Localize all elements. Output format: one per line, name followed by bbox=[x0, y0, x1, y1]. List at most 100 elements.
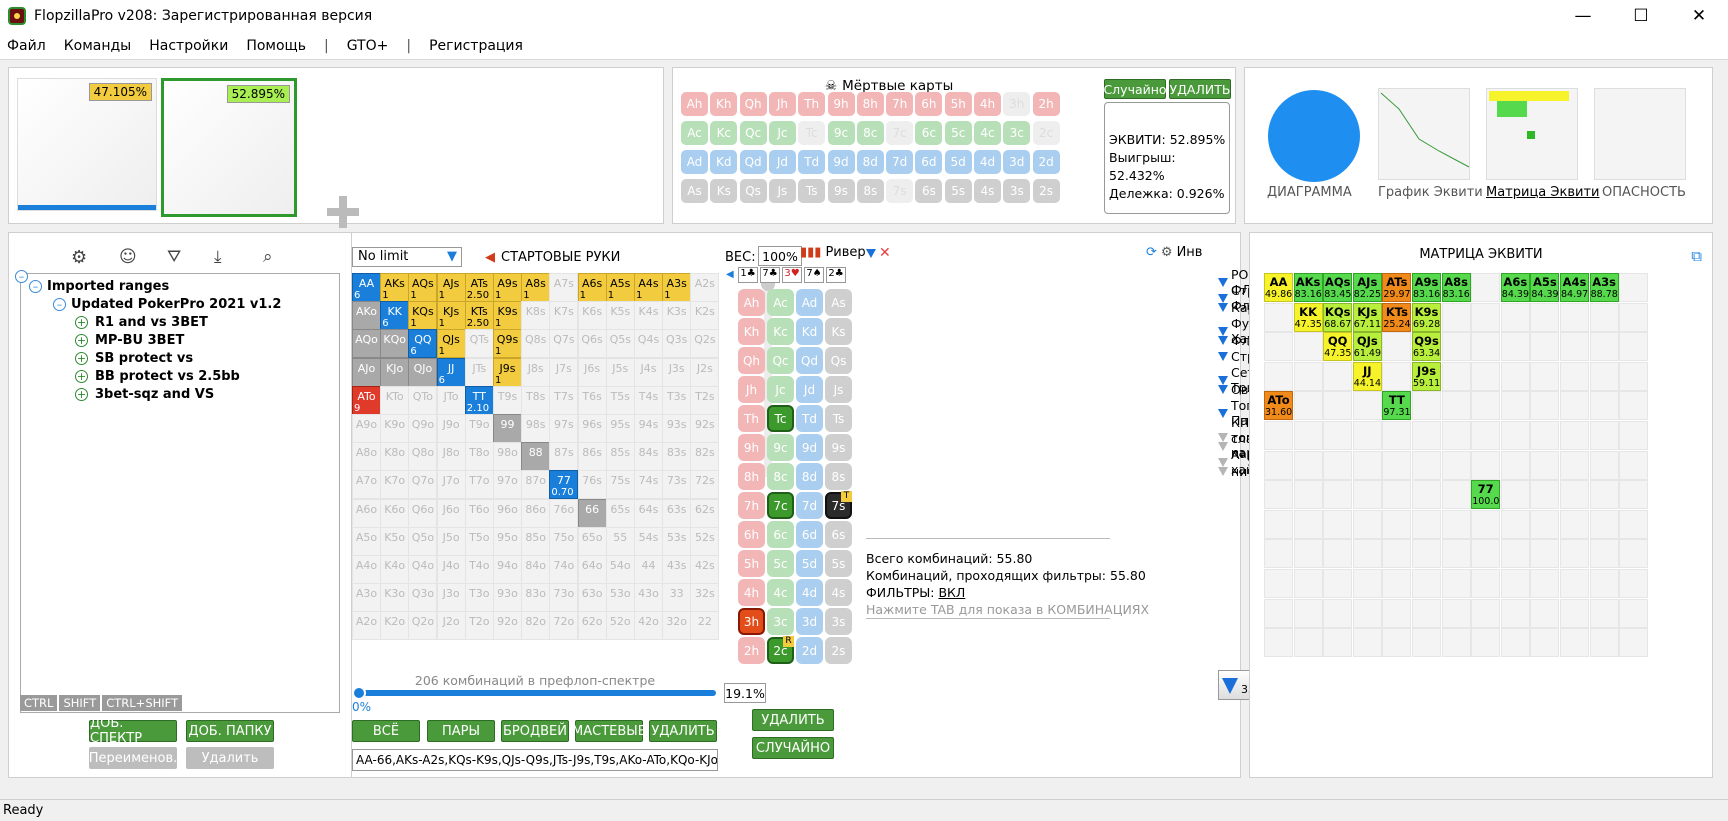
equity-cell[interactable] bbox=[1352, 421, 1382, 450]
board-card[interactable]: 3c bbox=[767, 608, 794, 635]
equity-cell[interactable] bbox=[1382, 332, 1412, 362]
select-all-button[interactable]: ВСЁ bbox=[352, 720, 420, 742]
equity-cell[interactable] bbox=[1619, 450, 1649, 480]
board-card[interactable]: 4d bbox=[796, 579, 823, 606]
hand-cell[interactable]: T9s bbox=[493, 385, 522, 415]
hand-cell[interactable]: 87s bbox=[549, 442, 579, 472]
equity-cell[interactable] bbox=[1471, 302, 1501, 332]
filter-add-icon[interactable]: ⛛ bbox=[167, 247, 181, 267]
settings-gear-icon[interactable]: ⚙ bbox=[71, 247, 87, 268]
equity-cell[interactable] bbox=[1560, 569, 1589, 598]
hand-cell[interactable]: 64s bbox=[634, 498, 663, 528]
equity-cell[interactable] bbox=[1471, 361, 1501, 391]
dead-card[interactable]: 3s bbox=[1003, 179, 1031, 203]
maximize-button[interactable]: ☐ bbox=[1612, 0, 1670, 32]
hand-cell[interactable]: K2s bbox=[690, 301, 720, 331]
equity-cell[interactable] bbox=[1441, 509, 1471, 539]
hand-cell[interactable]: 22 bbox=[690, 611, 720, 641]
board-card[interactable]: 5c bbox=[767, 550, 794, 577]
hand-cell[interactable]: Q7o bbox=[408, 470, 438, 500]
equity-cell[interactable] bbox=[1412, 569, 1441, 598]
board-card[interactable]: Jc bbox=[767, 376, 794, 403]
dead-card[interactable]: 2d bbox=[1032, 150, 1060, 174]
range-percent-input[interactable]: 19.1% bbox=[724, 683, 766, 703]
hand-cell[interactable]: 73s bbox=[662, 470, 692, 500]
equity-cell[interactable] bbox=[1412, 450, 1441, 480]
equity-cell[interactable] bbox=[1619, 302, 1649, 332]
board-card[interactable]: 8h bbox=[738, 463, 765, 490]
equity-cell-filled[interactable]: A8s 83.16 bbox=[1441, 273, 1471, 302]
hand-cell[interactable]: 95o bbox=[493, 526, 522, 556]
equity-cell[interactable] bbox=[1293, 628, 1323, 658]
board-slot[interactable]: 7♠ bbox=[804, 267, 824, 283]
equity-cell[interactable] bbox=[1264, 628, 1293, 658]
dead-card[interactable]: 8d bbox=[856, 150, 884, 174]
stat-filter-icon[interactable] bbox=[1218, 335, 1228, 345]
board-card[interactable]: 6d bbox=[796, 521, 823, 548]
equity-cell[interactable] bbox=[1412, 391, 1441, 421]
dead-card[interactable]: Ad bbox=[681, 150, 708, 174]
equity-cell[interactable] bbox=[1560, 361, 1589, 391]
menu-help[interactable]: Помощь bbox=[246, 38, 306, 54]
clear-range-button[interactable]: УДАЛИТЬ bbox=[649, 720, 717, 742]
hand-cell[interactable]: 98s bbox=[521, 414, 551, 443]
hand-cell[interactable]: AQs 1 bbox=[408, 273, 438, 302]
hand-cell[interactable]: 74s bbox=[634, 470, 663, 500]
board-delete-button[interactable]: УДАЛИТЬ bbox=[752, 709, 834, 731]
add-range-plus-icon[interactable] bbox=[327, 196, 359, 228]
equity-cell[interactable] bbox=[1441, 628, 1471, 658]
dead-card[interactable]: 2c bbox=[1032, 121, 1060, 145]
equity-cell[interactable] bbox=[1530, 332, 1560, 362]
board-card[interactable]: Td bbox=[796, 405, 823, 432]
equity-cell[interactable] bbox=[1264, 569, 1293, 598]
equity-cell[interactable] bbox=[1560, 628, 1589, 658]
dead-card[interactable]: Ts bbox=[798, 179, 826, 203]
equity-cell[interactable] bbox=[1293, 598, 1323, 628]
equity-cell[interactable] bbox=[1500, 302, 1530, 332]
equity-cell[interactable] bbox=[1293, 509, 1323, 539]
hand-cell[interactable]: J8s bbox=[521, 357, 551, 387]
hand-cell[interactable]: QTs bbox=[464, 329, 494, 359]
equity-cell[interactable] bbox=[1589, 421, 1619, 450]
hand-cell[interactable]: 73o bbox=[549, 583, 579, 613]
dead-card[interactable]: 4s bbox=[974, 179, 1001, 203]
equity-cell[interactable] bbox=[1619, 421, 1649, 450]
hand-cell[interactable]: 74o bbox=[549, 555, 579, 584]
hand-cell[interactable]: A2s bbox=[690, 273, 720, 302]
stat-filter-icon[interactable] bbox=[1218, 302, 1228, 312]
hand-cell[interactable]: 32o bbox=[662, 611, 692, 641]
equity-cell[interactable] bbox=[1323, 450, 1353, 480]
equity-cell[interactable] bbox=[1264, 302, 1293, 332]
hand-cell[interactable]: 83o bbox=[521, 583, 551, 613]
hand-cell[interactable]: 32s bbox=[690, 583, 720, 613]
dead-card[interactable]: Js bbox=[768, 179, 796, 203]
hand-cell[interactable]: 76s bbox=[577, 470, 607, 500]
hand-cell[interactable]: K6o bbox=[380, 498, 410, 528]
hand-cell[interactable]: J5s bbox=[605, 357, 635, 387]
expand-icon[interactable]: + bbox=[75, 316, 88, 329]
hand-cell[interactable]: 65o bbox=[577, 526, 607, 556]
hand-cell[interactable]: T2o bbox=[464, 611, 494, 641]
hand-cell[interactable]: 93s bbox=[662, 414, 692, 443]
tree-item[interactable]: BB protect vs 2.5bb bbox=[95, 369, 240, 384]
hand-cell[interactable]: T3s bbox=[662, 385, 692, 415]
dead-card[interactable]: 8s bbox=[856, 179, 884, 203]
equity-cell[interactable] bbox=[1589, 509, 1619, 539]
rename-button[interactable]: Переименов. bbox=[89, 747, 177, 769]
hand-cell[interactable]: T9o bbox=[464, 414, 494, 443]
equity-cell-filled[interactable]: AA 49.86 bbox=[1264, 273, 1293, 302]
equity-cell[interactable] bbox=[1441, 421, 1471, 450]
board-card[interactable]: 3h bbox=[738, 608, 765, 635]
hand-cell[interactable]: KK 6 bbox=[380, 301, 410, 331]
equity-cell[interactable] bbox=[1323, 628, 1353, 658]
hand-cell[interactable]: J4s bbox=[634, 357, 663, 387]
equity-cell[interactable] bbox=[1441, 598, 1471, 628]
hand-cell[interactable]: JJ 6 bbox=[436, 357, 466, 387]
hand-cell[interactable]: ATo 9 bbox=[352, 385, 381, 415]
equity-cell-filled[interactable]: AKs 83.16 bbox=[1293, 273, 1323, 302]
equity-cell[interactable] bbox=[1382, 539, 1412, 569]
hand-cell[interactable]: J8o bbox=[436, 442, 466, 472]
equity-cell[interactable] bbox=[1589, 569, 1619, 598]
hand-cell[interactable]: 65s bbox=[605, 498, 635, 528]
board-card[interactable]: Ah bbox=[738, 289, 765, 316]
